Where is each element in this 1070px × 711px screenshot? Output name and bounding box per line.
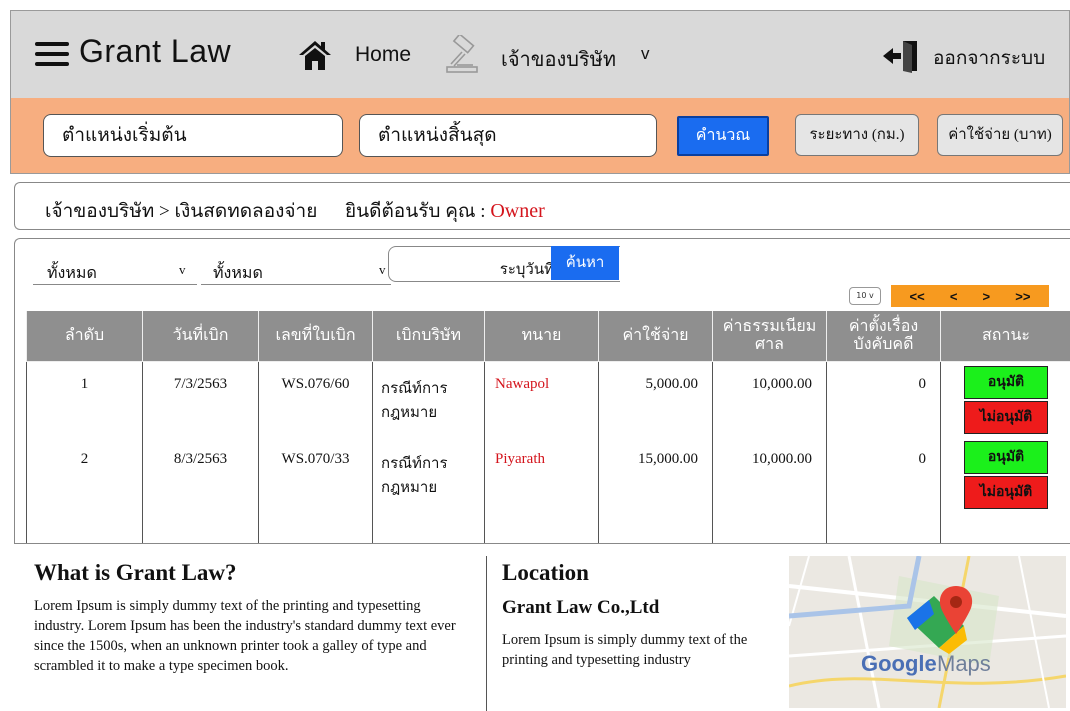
- start-location-input[interactable]: ตำแหน่งเริ่มต้น: [43, 114, 343, 157]
- pagination: << < > >>: [891, 285, 1049, 307]
- brand-logo[interactable]: Grant Law: [79, 33, 231, 70]
- cell-company: กรณีท์การกฎหมาย: [372, 437, 485, 543]
- welcome-label: ยินดีต้อนรับ คุณ :: [345, 201, 491, 222]
- filter-select-2[interactable]: ทั้งหมด v: [201, 251, 391, 285]
- cell-status: อนุมัติ ไม่อนุมัติ: [940, 437, 1070, 543]
- cell-expense: 5,000.00: [598, 361, 713, 437]
- cell-enforcement-fee: 0: [826, 437, 941, 543]
- pager-first[interactable]: <<: [907, 289, 928, 304]
- google-map[interactable]: Google Maps: [789, 556, 1066, 708]
- cell-date: 8/3/2563: [142, 437, 259, 543]
- col-header-status: สถานะ: [940, 311, 1070, 362]
- breadcrumb: เจ้าของบริษัท > เงินสดทดลองจ่าย ยินดีต้อ…: [14, 182, 1070, 230]
- cell-company: กรณีท์การกฎหมาย: [372, 361, 485, 437]
- reject-button[interactable]: ไม่อนุมัติ: [964, 400, 1048, 434]
- location-company: Grant Law Co.,Ltd: [502, 597, 660, 618]
- reject-button[interactable]: ไม่อนุมัติ: [964, 476, 1048, 509]
- logout-icon[interactable]: [881, 39, 921, 73]
- col-header-enforcement-fee: ค่าตั้งเรื่องบังคับคดี: [826, 311, 941, 362]
- cell-no: 1: [26, 361, 143, 437]
- pager-next[interactable]: >: [980, 289, 994, 304]
- cell-date: 7/3/2563: [142, 361, 259, 437]
- col-header-doc-no: เลขที่ใบเบิก: [258, 311, 373, 362]
- cell-doc-no: WS.070/33: [258, 437, 373, 543]
- distance-field[interactable]: ระยะทาง (กม.): [795, 114, 919, 156]
- cell-lawyer: Piyarath: [484, 437, 599, 543]
- col-header-court-fee: ค่าธรรมเนียมศาล: [712, 311, 827, 362]
- chevron-down-icon: v: [179, 262, 186, 277]
- pager-prev[interactable]: <: [947, 289, 961, 304]
- about-title: What is Grant Law?: [34, 560, 237, 585]
- search-button[interactable]: ค้นหา: [551, 246, 619, 280]
- cell-doc-no: WS.076/60: [258, 361, 373, 437]
- col-header-lawyer: ทนาย: [484, 311, 599, 362]
- location-title: Location: [502, 560, 589, 585]
- cell-lawyer: Nawapol: [484, 361, 599, 437]
- home-icon[interactable]: [297, 39, 333, 71]
- claims-panel: ทั้งหมด v ทั้งหมด v ระบุวันที่ ค้นหา 10 …: [14, 238, 1070, 544]
- map-brand-maps: Maps: [937, 651, 991, 676]
- cell-enforcement-fee: 0: [826, 361, 941, 437]
- filter-2-value: ทั้งหมด: [213, 265, 263, 282]
- cell-expense: 15,000.00: [598, 437, 713, 543]
- route-search-bar: ตำแหน่งเริ่มต้น ตำแหน่งสิ้นสุด คำนวณ ระย…: [10, 98, 1070, 174]
- claims-table: ลำดับ วันที่เบิก เลขที่ใบเบิก เบิกบริษัท…: [26, 311, 1070, 543]
- about-text: Lorem Ipsum is simply dummy text of the …: [34, 598, 456, 674]
- table-header-row: ลำดับ วันที่เบิก เลขที่ใบเบิก เบิกบริษัท…: [26, 311, 1070, 362]
- menu-icon[interactable]: [35, 42, 69, 66]
- col-header-date: วันที่เบิก: [142, 311, 259, 362]
- filter-1-value: ทั้งหมด: [47, 265, 97, 282]
- logout-link[interactable]: ออกจากระบบ: [933, 43, 1045, 73]
- map-image: Google Maps: [789, 556, 1066, 708]
- table-row: 1 7/3/2563 WS.076/60 กรณีท์การกฎหมาย Naw…: [26, 361, 1070, 437]
- cell-no: 2: [26, 437, 143, 543]
- nav-home-link[interactable]: Home: [355, 43, 411, 67]
- cell-status: อนุมัติ ไม่อนุมัติ: [940, 361, 1070, 437]
- footer-divider: [486, 556, 487, 711]
- location-text: Lorem Ipsum is simply dummy text of the …: [502, 632, 748, 668]
- welcome-user: Owner: [490, 200, 545, 222]
- pager-last[interactable]: >>: [1012, 289, 1033, 304]
- col-header-company: เบิกบริษัท: [372, 311, 485, 362]
- table-row: 2 8/3/2563 WS.070/33 กรณีท์การกฎหมาย Piy…: [26, 437, 1070, 543]
- date-placeholder: ระบุวันที่: [499, 262, 554, 278]
- approve-button[interactable]: อนุมัติ: [964, 441, 1048, 474]
- cell-court-fee: 10,000.00: [712, 437, 827, 543]
- welcome-message: ยินดีต้อนรับ คุณ : Owner: [345, 196, 545, 226]
- breadcrumb-path[interactable]: เจ้าของบริษัท > เงินสดทดลองจ่าย: [45, 196, 317, 226]
- col-header-expense: ค่าใช้จ่าย: [598, 311, 713, 362]
- col-header-no: ลำดับ: [26, 311, 143, 362]
- end-location-input[interactable]: ตำแหน่งสิ้นสุด: [359, 114, 657, 157]
- filter-select-1[interactable]: ทั้งหมด v: [33, 251, 197, 285]
- map-brand-google: Google: [861, 651, 937, 676]
- gavel-icon: [446, 35, 478, 73]
- nav-company-menu[interactable]: เจ้าของบริษัท: [501, 43, 616, 75]
- top-navbar: Grant Law Home เจ้าของบริษัท v ออกจากระบ…: [10, 10, 1070, 98]
- chevron-down-icon: v: [379, 262, 386, 277]
- cost-field[interactable]: ค่าใช้จ่าย (บาท): [937, 114, 1063, 156]
- page-size-select[interactable]: 10 v: [849, 287, 881, 305]
- calculate-button[interactable]: คำนวณ: [677, 116, 769, 156]
- approve-button[interactable]: อนุมัติ: [964, 365, 1048, 399]
- chevron-down-icon[interactable]: v: [641, 44, 650, 64]
- cell-court-fee: 10,000.00: [712, 361, 827, 437]
